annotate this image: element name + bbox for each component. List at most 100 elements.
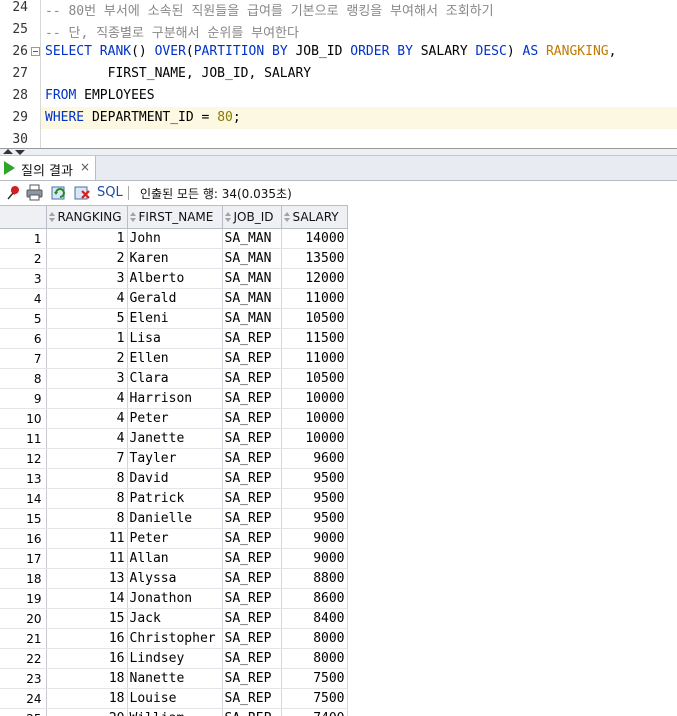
cell-first-name[interactable]: Louise: [127, 688, 223, 709]
cell-first-name[interactable]: David: [127, 468, 223, 489]
cell-job-id[interactable]: SA_REP: [222, 468, 282, 489]
cell-rangking[interactable]: 4: [46, 388, 128, 409]
tab-query-result[interactable]: 질의 결과 ×: [0, 156, 96, 180]
table-row[interactable]: 24 18 Louise SA_REP 7500: [0, 688, 348, 709]
pin-icon[interactable]: [5, 184, 22, 201]
cell-rangking[interactable]: 3: [46, 368, 128, 389]
table-row[interactable]: 14 8 Patrick SA_REP 9500: [0, 488, 348, 509]
cell-salary[interactable]: 8000: [281, 628, 348, 649]
cell-salary[interactable]: 9500: [281, 508, 348, 529]
table-row[interactable]: 17 11 Allan SA_REP 9000: [0, 548, 348, 569]
sort-icon[interactable]: [224, 212, 231, 223]
panel-splitter[interactable]: [0, 148, 677, 156]
cell-rangking[interactable]: 11: [46, 548, 128, 569]
cell-job-id[interactable]: SA_REP: [222, 428, 282, 449]
cell-job-id[interactable]: SA_REP: [222, 688, 282, 709]
cell-salary[interactable]: 10000: [281, 428, 348, 449]
table-row[interactable]: 13 8 David SA_REP 9500: [0, 468, 348, 489]
cell-rangking[interactable]: 11: [46, 528, 128, 549]
cell-first-name[interactable]: Janette: [127, 428, 223, 449]
cell-job-id[interactable]: SA_MAN: [222, 268, 282, 289]
sort-icon[interactable]: [129, 212, 136, 223]
table-row[interactable]: 2520WilliamSA_REP7400: [0, 708, 348, 716]
cell-first-name[interactable]: Eleni: [127, 308, 223, 329]
cell-first-name[interactable]: Ellen: [127, 348, 223, 369]
column-header-rangking[interactable]: RANGKING: [45, 205, 128, 229]
cell-rangking[interactable]: 1: [46, 228, 128, 249]
cell-first-name[interactable]: Alyssa: [127, 568, 223, 589]
cell-rangking[interactable]: 16: [46, 628, 128, 649]
cell-first-name[interactable]: John: [127, 228, 223, 249]
table-row[interactable]: 2 2 Karen SA_MAN 13500: [0, 248, 348, 269]
cell-first-name[interactable]: Allan: [127, 548, 223, 569]
cell-job-id[interactable]: SA_REP: [222, 588, 282, 609]
cell-job-id[interactable]: SA_REP: [222, 608, 282, 629]
close-tab-icon[interactable]: ×: [80, 160, 90, 174]
cell-first-name[interactable]: Jonathon: [127, 588, 223, 609]
cell-salary[interactable]: 8600: [281, 588, 348, 609]
cell-job-id[interactable]: SA_MAN: [222, 228, 282, 249]
table-row[interactable]: 5 5 Eleni SA_MAN 10500: [0, 308, 348, 329]
table-row[interactable]: 7 2 Ellen SA_REP 11000: [0, 348, 348, 369]
cell-salary[interactable]: 8800: [281, 568, 348, 589]
cell-first-name[interactable]: Peter: [127, 528, 223, 549]
table-row[interactable]: 12 7 Tayler SA_REP 9600: [0, 448, 348, 469]
table-row[interactable]: 18 13 Alyssa SA_REP 8800: [0, 568, 348, 589]
cell-first-name[interactable]: Patrick: [127, 488, 223, 509]
cell-rangking[interactable]: 7: [46, 448, 128, 469]
cell-first-name[interactable]: Jack: [127, 608, 223, 629]
cell-rangking[interactable]: 18: [46, 688, 128, 709]
cell-rangking[interactable]: 5: [46, 308, 128, 329]
cell-salary[interactable]: 9500: [281, 488, 348, 509]
table-row[interactable]: 16 11 Peter SA_REP 9000: [0, 528, 348, 549]
table-row[interactable]: 10 4 Peter SA_REP 10000: [0, 408, 348, 429]
cell-first-name[interactable]: Lisa: [127, 328, 223, 349]
cell-salary[interactable]: 10500: [281, 368, 348, 389]
cell-rangking[interactable]: 1: [46, 328, 128, 349]
cell-first-name[interactable]: Clara: [127, 368, 223, 389]
cell-salary[interactable]: 11500: [281, 328, 348, 349]
print-icon[interactable]: [26, 184, 43, 201]
code-line[interactable]: 25 -- 단, 직종별로 구분해서 순위를 부여한다: [0, 19, 677, 41]
cell-salary[interactable]: 10000: [281, 408, 348, 429]
cell-job-id[interactable]: SA_MAN: [222, 308, 282, 329]
sort-icon[interactable]: [283, 212, 290, 223]
sql-editor[interactable]: 24 -- 80번 부서에 소속된 직원들을 급여를 기본으로 랭킹을 부여해서 …: [0, 0, 677, 148]
table-row[interactable]: 3 3 Alberto SA_MAN 12000: [0, 268, 348, 289]
column-header-salary[interactable]: SALARY: [280, 205, 348, 229]
cell-job-id[interactable]: SA_REP: [222, 388, 282, 409]
cell-rangking[interactable]: 4: [46, 288, 128, 309]
cell-job-id[interactable]: SA_REP: [222, 528, 282, 549]
cell-rangking[interactable]: 4: [46, 428, 128, 449]
cell-first-name[interactable]: Lindsey: [127, 648, 223, 669]
cell-rangking[interactable]: 8: [46, 488, 128, 509]
cell-salary[interactable]: 11000: [281, 348, 348, 369]
cell-first-name[interactable]: William: [127, 708, 223, 716]
table-row[interactable]: 20 15 Jack SA_REP 8400: [0, 608, 348, 629]
cell-salary[interactable]: 11000: [281, 288, 348, 309]
cell-job-id[interactable]: SA_REP: [222, 408, 282, 429]
code-line[interactable]: 28 FROM EMPLOYEES: [0, 85, 677, 107]
cell-first-name[interactable]: Nanette: [127, 668, 223, 689]
code-line[interactable]: 26 SELECT RANK() OVER(PARTITION BY JOB_ID…: [0, 41, 677, 63]
cell-rangking[interactable]: 18: [46, 668, 128, 689]
column-header-job-id[interactable]: JOB_ID: [221, 205, 282, 229]
cell-job-id[interactable]: SA_REP: [222, 448, 282, 469]
cell-job-id[interactable]: SA_REP: [222, 548, 282, 569]
cell-job-id[interactable]: SA_REP: [222, 628, 282, 649]
cell-salary[interactable]: 13500: [281, 248, 348, 269]
cell-rangking[interactable]: 14: [46, 588, 128, 609]
table-row[interactable]: 6 1 Lisa SA_REP 11500: [0, 328, 348, 349]
cell-first-name[interactable]: Danielle: [127, 508, 223, 529]
table-row[interactable]: 21 16 Christopher SA_REP 8000: [0, 628, 348, 649]
table-row[interactable]: 8 3 Clara SA_REP 10500: [0, 368, 348, 389]
cell-rangking[interactable]: 3: [46, 268, 128, 289]
cell-first-name[interactable]: Tayler: [127, 448, 223, 469]
table-row[interactable]: 22 16 Lindsey SA_REP 8000: [0, 648, 348, 669]
cell-job-id[interactable]: SA_REP: [222, 348, 282, 369]
cell-job-id[interactable]: SA_REP: [222, 368, 282, 389]
cell-first-name[interactable]: Peter: [127, 408, 223, 429]
cell-first-name[interactable]: Karen: [127, 248, 223, 269]
table-row[interactable]: 11 4 Janette SA_REP 10000: [0, 428, 348, 449]
cell-job-id[interactable]: SA_MAN: [222, 248, 282, 269]
